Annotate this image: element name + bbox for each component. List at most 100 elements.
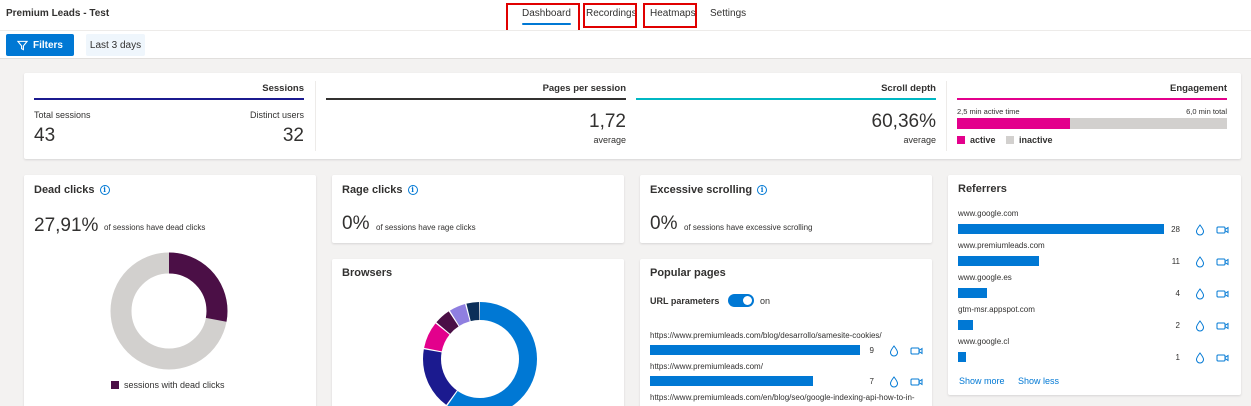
- sessions-line: [34, 98, 304, 100]
- total-sessions-value: 43: [34, 125, 56, 146]
- dead-clicks-note: of sessions have dead clicks: [104, 223, 206, 232]
- browsers-card: Browsers: [332, 259, 624, 406]
- rage-clicks-title: Rage clicks i: [342, 184, 418, 196]
- referrer-domain: gtm-msr.appspot.com: [958, 305, 1035, 314]
- distinct-users-label: Distinct users: [249, 110, 304, 120]
- excessive-scrolling-title-text: Excessive scrolling: [650, 184, 753, 196]
- dead-clicks-legend-swatch: [111, 381, 119, 389]
- url-parameters-label: URL parameters: [650, 296, 720, 306]
- scroll-depth-title: Scroll depth: [881, 83, 936, 94]
- sessions-title: Sessions: [262, 83, 304, 94]
- referrer-count: 1: [1175, 353, 1180, 362]
- show-more-link[interactable]: Show more: [959, 376, 1005, 386]
- popular-pages-card: Popular pages URL parameters on https://…: [640, 259, 932, 406]
- referrer-domain: www.google.cl: [958, 337, 1010, 346]
- excessive-scrolling-title: Excessive scrolling i: [650, 184, 768, 196]
- page-count: 9: [869, 346, 874, 355]
- tab-settings[interactable]: Settings: [710, 8, 746, 19]
- page-url[interactable]: https://www.premiumleads.com/blog/desarr…: [650, 331, 882, 340]
- filter-icon: [16, 40, 28, 51]
- excessive-scrolling-card: Excessive scrolling i 0% of sessions hav…: [640, 175, 932, 243]
- legend-active-swatch: [957, 136, 965, 144]
- page-url[interactable]: https://www.premiumleads.com/en/blog/seo…: [650, 393, 915, 402]
- engagement-active-fill: [957, 118, 1070, 129]
- referrer-bar: [958, 320, 973, 330]
- popular-pages-title: Popular pages: [650, 267, 726, 279]
- recording-icon[interactable]: [910, 344, 923, 356]
- engagement-line: [957, 98, 1227, 100]
- heatmap-icon[interactable]: [1194, 351, 1206, 364]
- filter-bar: Filters Last 3 days: [0, 30, 1251, 59]
- show-less-link[interactable]: Show less: [1018, 376, 1059, 386]
- top-bar: Premium Leads - Test Dashboard Recording…: [0, 0, 1251, 34]
- scroll-depth-sub: average: [903, 135, 936, 145]
- legend-active: active: [957, 135, 996, 145]
- pages-line: [326, 98, 626, 100]
- engagement-bar: [957, 118, 1227, 129]
- legend-inactive-label: inactive: [1019, 135, 1053, 145]
- distinct-users-value: 32: [282, 125, 304, 146]
- page-count: 7: [869, 377, 874, 386]
- filters-button[interactable]: Filters: [6, 34, 74, 56]
- excessive-scrolling-value: 0%: [650, 213, 678, 234]
- recording-icon[interactable]: [1216, 287, 1229, 299]
- highlight-box-recordings: [583, 3, 637, 28]
- rage-clicks-note: of sessions have rage clicks: [376, 223, 476, 232]
- engagement-title: Engagement: [1169, 83, 1227, 94]
- dead-clicks-title: Dead clicks i: [34, 184, 110, 196]
- referrers-card: Referrers www.google.com 28 www.premiumlea…: [948, 175, 1241, 395]
- referrer-count: 11: [1171, 257, 1180, 266]
- page-bar: [650, 345, 860, 355]
- rage-clicks-title-text: Rage clicks: [342, 184, 403, 196]
- info-icon[interactable]: i: [407, 185, 418, 195]
- page-url[interactable]: https://www.premiumleads.com/: [650, 362, 763, 371]
- recording-icon[interactable]: [1216, 223, 1229, 235]
- heatmap-icon[interactable]: [1194, 223, 1206, 236]
- info-icon[interactable]: i: [99, 185, 110, 195]
- total-sessions-label: Total sessions: [34, 110, 91, 120]
- dead-clicks-value: 27,91%: [34, 215, 99, 236]
- page-bar: [650, 376, 814, 386]
- excessive-scrolling-note: of sessions have excessive scrolling: [684, 223, 813, 232]
- divider: [315, 81, 316, 151]
- recording-icon[interactable]: [1216, 319, 1229, 331]
- highlight-box-heatmaps: [643, 3, 697, 28]
- legend-active-label: active: [970, 135, 996, 145]
- referrer-domain: www.google.es: [958, 273, 1012, 282]
- referrer-count: 28: [1171, 225, 1180, 234]
- pages-per-session-sub: average: [593, 135, 626, 145]
- dead-clicks-legend-label: sessions with dead clicks: [124, 380, 225, 390]
- referrer-bar: [958, 288, 988, 298]
- dead-clicks-legend: sessions with dead clicks: [111, 380, 225, 390]
- heatmap-icon[interactable]: [1194, 287, 1206, 300]
- heatmap-icon[interactable]: [1194, 319, 1206, 332]
- referrer-count: 4: [1175, 289, 1180, 298]
- referrer-domain: www.premiumleads.com: [958, 241, 1045, 250]
- filters-label: Filters: [32, 39, 63, 51]
- referrers-title: Referrers: [958, 183, 1007, 195]
- heatmap-icon[interactable]: [888, 344, 900, 357]
- date-range-button[interactable]: Last 3 days: [86, 34, 145, 56]
- browsers-donut: [423, 302, 537, 406]
- heatmap-icon[interactable]: [1194, 255, 1206, 268]
- heatmap-icon[interactable]: [888, 375, 900, 388]
- legend-inactive-swatch: [1006, 136, 1014, 144]
- recording-icon[interactable]: [1216, 255, 1229, 267]
- dead-clicks-title-text: Dead clicks: [34, 184, 95, 196]
- pages-per-session-title: Pages per session: [542, 83, 626, 94]
- recording-icon[interactable]: [910, 375, 923, 387]
- referrer-count: 2: [1175, 321, 1180, 330]
- rage-clicks-value: 0%: [342, 213, 370, 234]
- recording-icon[interactable]: [1216, 351, 1229, 363]
- info-icon[interactable]: i: [757, 185, 768, 195]
- dead-clicks-card: Dead clicks i 27,91% of sessions have de…: [24, 175, 316, 406]
- summary-card: Sessions Total sessions 43 Distinct user…: [24, 73, 1241, 159]
- project-name: Premium Leads - Test: [6, 8, 110, 19]
- url-parameters-toggle[interactable]: [728, 294, 754, 307]
- scroll-line: [636, 98, 936, 100]
- active-time-label: 2,5 min active time: [957, 107, 1020, 116]
- referrer-bar: [958, 352, 966, 362]
- total-time-label: 6,0 min total: [1186, 107, 1227, 116]
- referrer-bar: [958, 224, 1164, 234]
- legend-inactive: inactive: [1006, 135, 1053, 145]
